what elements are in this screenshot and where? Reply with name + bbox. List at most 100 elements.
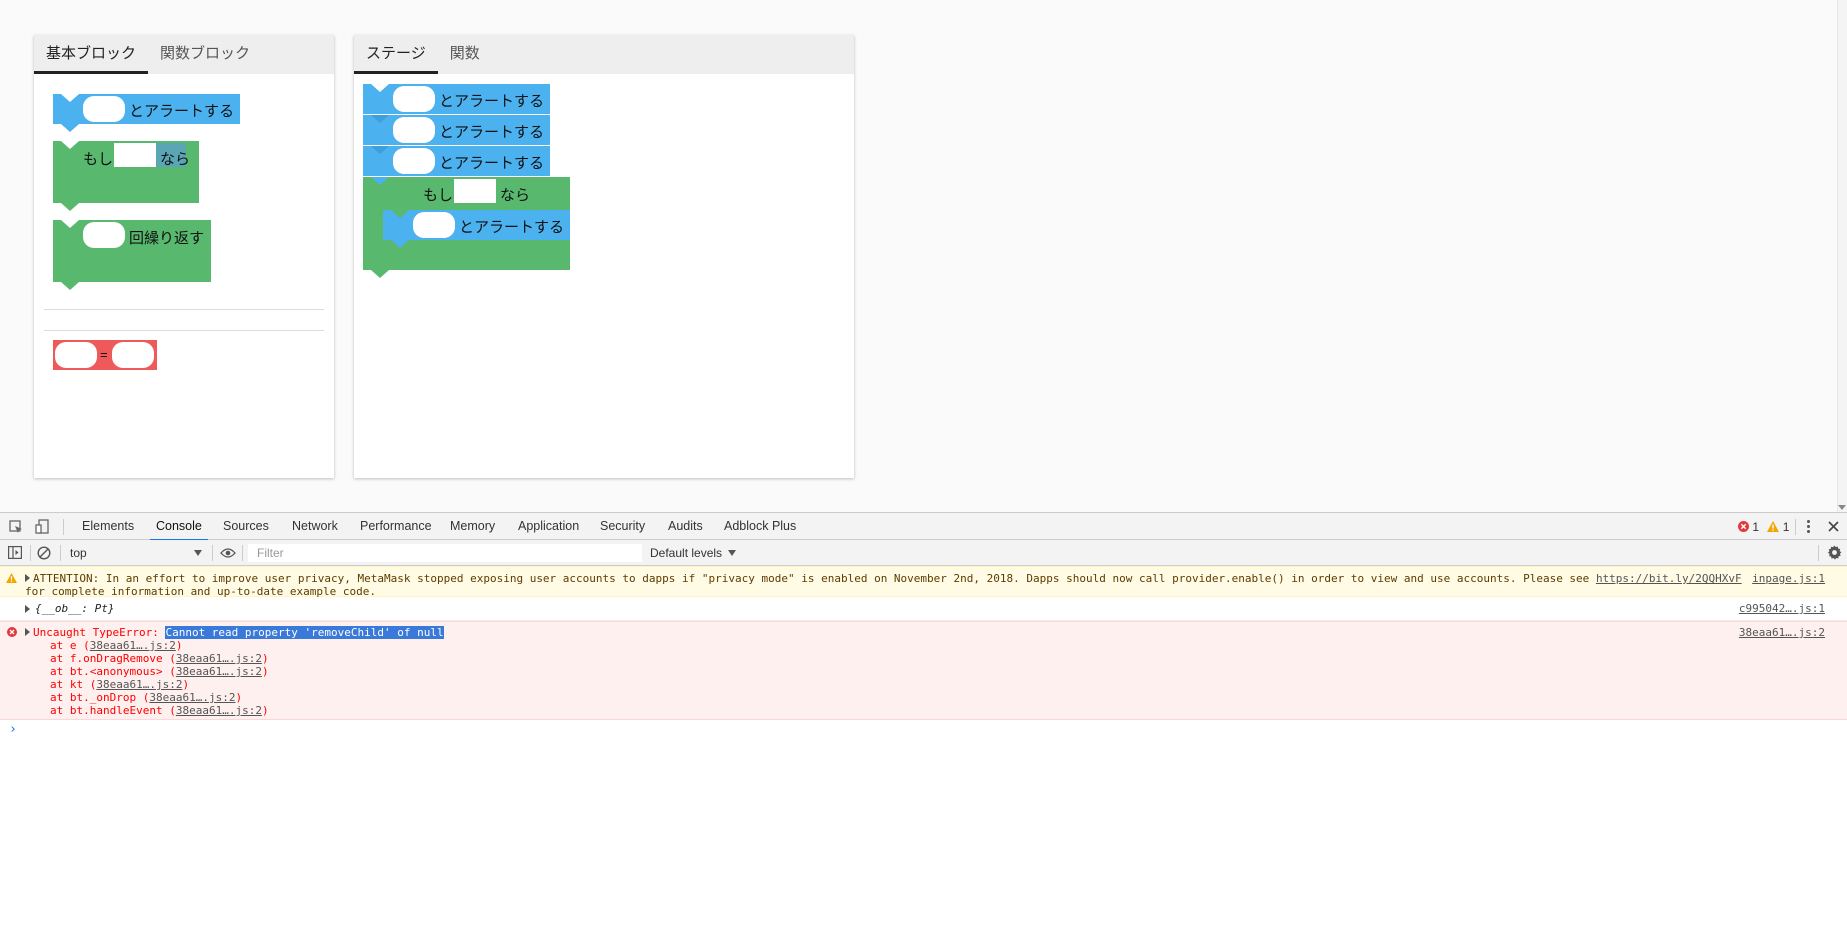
repeat-block[interactable]: 回繰り返す bbox=[53, 220, 211, 290]
clear-console-icon[interactable] bbox=[37, 546, 51, 560]
equals-block[interactable]: = bbox=[53, 340, 157, 370]
alert-input-slot[interactable] bbox=[413, 212, 455, 238]
console-filter-input[interactable]: Filter bbox=[248, 544, 642, 562]
console-filter-bar: top Filter Default levels bbox=[0, 540, 1847, 566]
block-tab bbox=[371, 270, 389, 278]
if-condition-slot[interactable] bbox=[454, 179, 496, 203]
warning-text: ATTENTION: In an effort to improve user … bbox=[33, 572, 1596, 585]
alert-input-slot[interactable] bbox=[393, 148, 435, 174]
expand-triangle-icon[interactable] bbox=[25, 605, 30, 613]
stage-alert-block[interactable]: とアラートする bbox=[363, 115, 550, 145]
error-prefix: Uncaught TypeError: bbox=[33, 626, 166, 639]
alert-input-slot[interactable] bbox=[393, 117, 435, 143]
error-count: 1 bbox=[1752, 520, 1760, 534]
nested-alert-block[interactable]: とアラートする bbox=[383, 210, 570, 248]
tab-console[interactable]: Console bbox=[150, 513, 208, 541]
stack-frame-link[interactable]: 38eaa61….js:2 bbox=[176, 652, 262, 665]
stage-if-block[interactable]: もし なら とアラートする bbox=[363, 177, 570, 278]
message-source-link[interactable]: c995042….js:1 bbox=[1739, 602, 1825, 615]
toolbar-separator bbox=[63, 519, 64, 535]
equals-left-slot[interactable] bbox=[55, 342, 97, 368]
tab-basic-blocks[interactable]: 基本ブロック bbox=[34, 35, 149, 74]
message-source-link[interactable]: inpage.js:1 bbox=[1752, 572, 1825, 585]
stage-alert-block[interactable]: とアラートする bbox=[363, 146, 550, 176]
error-icon bbox=[7, 627, 17, 637]
tab-application[interactable]: Application bbox=[516, 513, 581, 540]
stack-frame-link[interactable]: 38eaa61….js:2 bbox=[149, 691, 235, 704]
console-prompt-row[interactable]: › bbox=[0, 720, 1847, 742]
stack-frame-link[interactable]: 38eaa61….js:2 bbox=[176, 704, 262, 717]
log-object-text: {__ob__: Pt} bbox=[35, 602, 115, 615]
if-block-prefix: もし bbox=[83, 151, 114, 168]
repeat-block-label: 回繰り返す bbox=[129, 230, 205, 247]
console-warning-message[interactable]: ATTENTION: In an effort to improve user … bbox=[0, 566, 1847, 598]
console-settings-gear-icon[interactable] bbox=[1827, 545, 1842, 560]
tab-performance[interactable]: Performance bbox=[358, 513, 434, 540]
block-notch bbox=[61, 141, 79, 149]
page-scrollbar[interactable] bbox=[1837, 0, 1847, 512]
alert-block[interactable]: とアラートする bbox=[53, 94, 240, 132]
block-tab bbox=[61, 124, 79, 132]
block-notch bbox=[391, 210, 409, 218]
tab-elements[interactable]: Elements bbox=[80, 513, 136, 540]
tab-adblock-plus[interactable]: Adblock Plus bbox=[722, 513, 798, 540]
stack-frame: at bt.handleEvent (38eaa61….js:2) bbox=[50, 704, 269, 717]
alert-block-label: とアラートする bbox=[439, 93, 545, 110]
tab-stage[interactable]: ステージ bbox=[354, 35, 438, 74]
expand-triangle-icon[interactable] bbox=[25, 574, 30, 582]
devtools-toolbar: Elements Console Sources Network Perform… bbox=[0, 513, 1847, 541]
block-notch bbox=[61, 220, 79, 228]
alert-input-slot[interactable] bbox=[393, 86, 435, 112]
toolbar-separator bbox=[1795, 519, 1796, 535]
log-levels-label: Default levels bbox=[650, 546, 723, 560]
warning-link[interactable]: https://bit.ly/2QQHXvF bbox=[1596, 572, 1742, 585]
tab-sources[interactable]: Sources bbox=[221, 513, 271, 540]
stack-frame-link[interactable]: 38eaa61….js:2 bbox=[96, 678, 182, 691]
equals-right-slot[interactable] bbox=[112, 342, 154, 368]
expand-triangle-icon[interactable] bbox=[25, 628, 30, 636]
tab-memory[interactable]: Memory bbox=[448, 513, 497, 540]
alert-input-slot[interactable] bbox=[83, 96, 125, 122]
block-notch bbox=[371, 115, 389, 123]
stage-panel: ステージ 関数 とアラートする とアラートする とアラートする もし なら とア… bbox=[354, 35, 854, 478]
tab-audits[interactable]: Audits bbox=[666, 513, 705, 540]
inspect-element-icon[interactable] bbox=[9, 520, 23, 534]
tab-functions[interactable]: 関数 bbox=[438, 35, 492, 74]
dropdown-arrow-icon bbox=[728, 550, 737, 556]
close-icon[interactable] bbox=[1828, 521, 1839, 532]
device-toolbar-icon[interactable] bbox=[35, 519, 49, 534]
repeat-count-slot[interactable] bbox=[83, 222, 125, 248]
context-value: top bbox=[70, 546, 87, 560]
stage-tabs: ステージ 関数 bbox=[354, 35, 854, 74]
live-expression-eye-icon[interactable] bbox=[220, 548, 236, 558]
stack-frame-link[interactable]: 38eaa61….js:2 bbox=[176, 665, 262, 678]
if-condition-slot[interactable] bbox=[114, 143, 156, 167]
tab-network[interactable]: Network bbox=[290, 513, 340, 540]
tab-function-blocks[interactable]: 関数ブロック bbox=[148, 35, 262, 74]
log-levels-dropdown[interactable]: Default levels bbox=[650, 545, 737, 561]
context-selector[interactable]: top bbox=[70, 545, 204, 561]
console-prompt-icon: › bbox=[9, 722, 17, 737]
warning-count: 1 bbox=[1782, 520, 1790, 534]
warning-icon bbox=[6, 573, 17, 583]
palette-tabs: 基本ブロック 関数ブロック bbox=[34, 35, 334, 74]
if-block-prefix: もし bbox=[423, 187, 454, 204]
toolbar-separator bbox=[30, 545, 31, 561]
stack-frame-link[interactable]: 38eaa61….js:2 bbox=[90, 639, 176, 652]
palette-divider bbox=[44, 309, 324, 310]
alert-block-label: とアラートする bbox=[439, 155, 545, 172]
alert-block-label: とアラートする bbox=[459, 219, 565, 236]
scroll-down-arrow-icon[interactable] bbox=[1838, 505, 1846, 510]
message-source-link[interactable]: 38eaa61….js:2 bbox=[1739, 626, 1825, 639]
stack-frame: at bt.<anonymous> (38eaa61….js:2) bbox=[50, 665, 269, 678]
more-options-icon[interactable] bbox=[1805, 518, 1811, 534]
if-block[interactable]: もし なら bbox=[53, 141, 199, 211]
issue-counters[interactable]: 1 1 bbox=[1738, 520, 1789, 534]
toolbar-separator bbox=[60, 545, 61, 561]
toolbar-separator bbox=[1818, 545, 1819, 561]
console-log-message[interactable]: {__ob__: Pt} c995042….js:1 bbox=[0, 597, 1847, 621]
stage-alert-block[interactable]: とアラートする bbox=[363, 84, 550, 114]
console-error-message[interactable]: Uncaught TypeError: Cannot read property… bbox=[0, 621, 1847, 720]
tab-security[interactable]: Security bbox=[598, 513, 647, 540]
sidebar-toggle-icon[interactable] bbox=[8, 546, 22, 559]
